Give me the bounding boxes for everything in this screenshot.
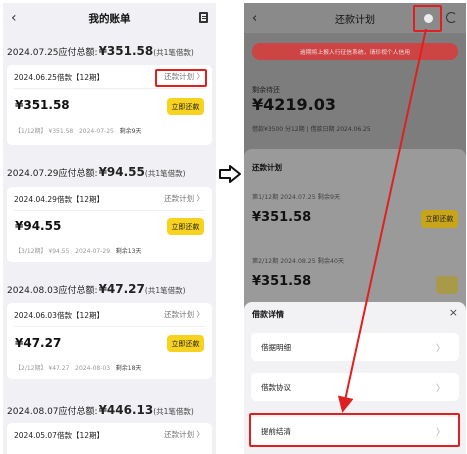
loan-title: 2024.06.03借款【12期】: [14, 311, 104, 320]
due-label: 2024.08.03应付总额:: [7, 286, 98, 296]
loan-card[interactable]: 2024.04.29借款【12期】 还款计划 〉 ¥94.55 立即还款 【3/…: [7, 187, 212, 262]
loan-title: 2024.06.25借款【12期】: [14, 73, 104, 82]
due-date: 2024-07-25: [78, 128, 114, 135]
due-amount: ¥94.55: [98, 165, 145, 179]
pay-now-button[interactable]: 立即还款: [167, 218, 204, 235]
highlight-box: [155, 69, 207, 87]
days-left: 剩余13天: [115, 248, 142, 255]
repayment-plan-link[interactable]: 还款计划 〉: [164, 429, 204, 440]
due-count: (共1笔借款): [144, 169, 186, 178]
repayment-plan-link[interactable]: 还款计划 〉: [164, 309, 204, 320]
due-count: (共1笔借款): [144, 286, 186, 295]
due-amount: ¥351.58: [98, 44, 154, 58]
page-title: 我的账单: [88, 12, 131, 25]
divider: [14, 88, 205, 89]
loan-title: 2024.05.07借款【12期】: [14, 431, 104, 440]
days-left: 剩余18天: [115, 365, 142, 372]
repayment-plan-link[interactable]: 还款计划 〉: [164, 193, 204, 204]
due-total: 2024.08.07应付总额:¥446.13(共1笔借款): [7, 403, 194, 417]
divider: [14, 210, 205, 211]
period: 【2/12期】: [15, 365, 47, 372]
due-date: 2024-07-29: [75, 248, 111, 255]
due-total: 2024.08.03应付总额:¥47.27(共1笔借款): [7, 282, 186, 296]
arrow-right-icon: [219, 165, 241, 183]
bill-amount: ¥47.27: [15, 336, 62, 350]
pay-now-button[interactable]: 立即还款: [167, 98, 204, 115]
loan-card[interactable]: 2024.06.03借款【12期】 还款计划 〉 ¥47.27 立即还款 【2/…: [7, 303, 212, 379]
bill-meta: 【2/12期】 ¥47.27 2024-08-03 剩余18天: [15, 363, 141, 372]
due-amount: ¥47.27: [98, 282, 145, 296]
repayment-plan-screen: ‹ 还款计划 逾期将上报人行征信系统，请珍视个人信用 剩余待还 ¥4219.03…: [244, 3, 466, 454]
period: 【3/12期】: [15, 248, 47, 255]
meta-amount: ¥351.58: [48, 128, 74, 135]
due-date: 2024-08-03: [75, 365, 111, 372]
loan-title: 2024.04.29借款【12期】: [14, 195, 104, 204]
document-icon[interactable]: [199, 12, 208, 23]
bill-amount: ¥351.58: [15, 98, 70, 112]
bill-meta: 【3/12期】 ¥94.55 2024-07-29 剩余13天: [15, 246, 141, 255]
due-label: 2024.07.25应付总额:: [7, 48, 98, 58]
period: 【1/12期】: [15, 128, 47, 135]
due-count: (共1笔借款): [153, 407, 194, 416]
due-label: 2024.07.29应付总额:: [7, 169, 98, 179]
due-count: (共1笔借款): [153, 48, 194, 57]
bill-meta: 【1/12期】 ¥351.58 2024-07-25 剩余9天: [15, 126, 141, 135]
bill-amount: ¥94.55: [15, 219, 62, 233]
pay-now-button[interactable]: 立即还款: [167, 335, 204, 352]
divider: [14, 326, 205, 327]
days-left: 剩余9天: [119, 128, 142, 135]
my-bills-screen: ‹ 我的账单 2024.07.25应付总额:¥351.58(共1笔借款) 202…: [3, 3, 216, 454]
back-button[interactable]: ‹: [11, 10, 17, 26]
due-total: 2024.07.25应付总额:¥351.58(共1笔借款): [7, 44, 194, 58]
loan-card[interactable]: 2024.05.07借款【12期】 还款计划 〉: [7, 423, 212, 454]
meta-amount: ¥94.55: [48, 248, 70, 255]
nav-bar: ‹ 我的账单: [3, 3, 216, 33]
due-label: 2024.08.07应付总额:: [7, 407, 98, 417]
annotation-arrow-icon: [337, 28, 427, 413]
due-total: 2024.07.29应付总额:¥94.55(共1笔借款): [7, 165, 186, 179]
meta-amount: ¥47.27: [48, 365, 70, 372]
due-amount: ¥446.13: [98, 403, 154, 417]
composite-screenshot: ‹ 我的账单 2024.07.25应付总额:¥351.58(共1笔借款) 202…: [0, 0, 467, 454]
